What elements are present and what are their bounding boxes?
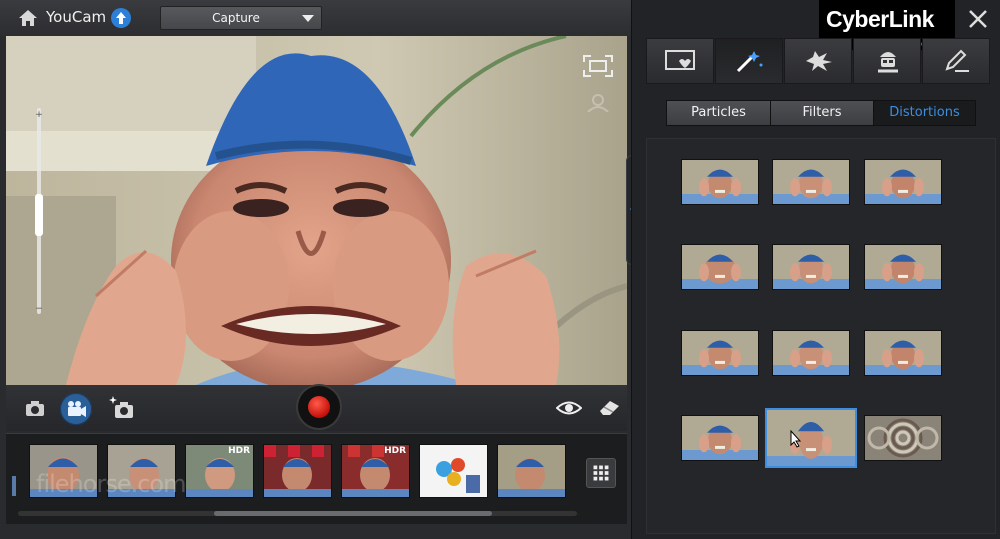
- distortion-effect-thumbnail[interactable]: [682, 416, 758, 460]
- media-thumbnail[interactable]: [420, 445, 487, 497]
- grid-view-button[interactable]: [586, 458, 616, 488]
- distortion-effect-thumbnail[interactable]: [682, 245, 758, 289]
- tab-avatars[interactable]: [853, 38, 921, 84]
- home-icon[interactable]: [18, 9, 38, 27]
- distortion-effect-thumbnail[interactable]: [865, 331, 941, 375]
- watermark: filehorse.com: [36, 470, 186, 498]
- filmstrip-handle[interactable]: [12, 476, 16, 496]
- camera-icon: [26, 401, 44, 416]
- distortion-effect-thumbnail[interactable]: [682, 331, 758, 375]
- splash-icon: [806, 51, 832, 71]
- media-thumbnail[interactable]: HDR: [342, 445, 409, 497]
- video-mode-button[interactable]: [60, 393, 92, 425]
- distortion-effect-thumbnail[interactable]: [682, 160, 758, 204]
- distortion-effect-thumbnail[interactable]: [773, 245, 849, 289]
- face-tracking-icon[interactable]: [585, 92, 611, 112]
- svg-text:−: −: [35, 304, 43, 314]
- upgrade-arrow-icon[interactable]: [111, 8, 131, 28]
- distortion-effect-thumbnail[interactable]: [773, 331, 849, 375]
- avatar-icon: [878, 52, 898, 73]
- record-button[interactable]: [298, 386, 340, 428]
- tab-distortions[interactable]: Distortions: [874, 101, 975, 125]
- category-tabs: [646, 38, 996, 84]
- tab-emotions[interactable]: [784, 38, 852, 84]
- hdr-badge: HDR: [228, 446, 250, 456]
- media-thumbnail[interactable]: HDR: [186, 445, 253, 497]
- hdr-badge: HDR: [384, 446, 406, 456]
- brand-name: CyberLink: [826, 6, 934, 32]
- media-thumbnail[interactable]: [264, 445, 331, 497]
- distortion-effect-thumbnail[interactable]: [773, 160, 849, 204]
- tab-drawing[interactable]: [922, 38, 990, 84]
- snapshot-effects-button[interactable]: [108, 394, 136, 422]
- mode-dropdown[interactable]: Capture: [160, 6, 322, 30]
- app-title: YouCam: [46, 8, 107, 26]
- distortion-effect-thumbnail[interactable]: [865, 245, 941, 289]
- webcam-preview: [6, 36, 627, 385]
- eye-icon[interactable]: [556, 400, 582, 416]
- fullscreen-icon[interactable]: [583, 55, 613, 77]
- media-thumbnail[interactable]: [498, 445, 565, 497]
- photo-mode-button[interactable]: [20, 394, 50, 424]
- tab-filters[interactable]: Filters: [771, 101, 874, 125]
- tab-particles[interactable]: Particles: [667, 101, 771, 125]
- mode-dropdown-value: Capture: [212, 11, 260, 25]
- chevron-down-icon: [302, 15, 314, 22]
- grid-icon: [593, 465, 609, 481]
- tab-frames[interactable]: [646, 38, 714, 84]
- pen-icon: [945, 49, 969, 72]
- mouse-cursor-icon: [790, 430, 802, 448]
- svg-text:+: +: [35, 110, 43, 120]
- zoom-slider[interactable]: + −: [34, 108, 44, 314]
- magic-wand-icon: [736, 51, 763, 73]
- effect-tabs: Particles Filters Distortions: [666, 100, 976, 126]
- filmstrip-scrollbar-thumb[interactable]: [214, 511, 492, 516]
- distortion-effect-thumbnail[interactable]: [865, 416, 941, 460]
- filmstrip-scrollbar[interactable]: [18, 511, 577, 516]
- distortion-effect-thumbnail[interactable]: [865, 160, 941, 204]
- video-camera-icon: [68, 401, 86, 417]
- tab-magic[interactable]: [715, 38, 783, 84]
- eraser-icon[interactable]: [598, 400, 620, 416]
- distortion-effect-thumbnail[interactable]: [767, 410, 855, 466]
- close-icon[interactable]: [966, 7, 990, 31]
- frame-heart-icon: [665, 50, 695, 70]
